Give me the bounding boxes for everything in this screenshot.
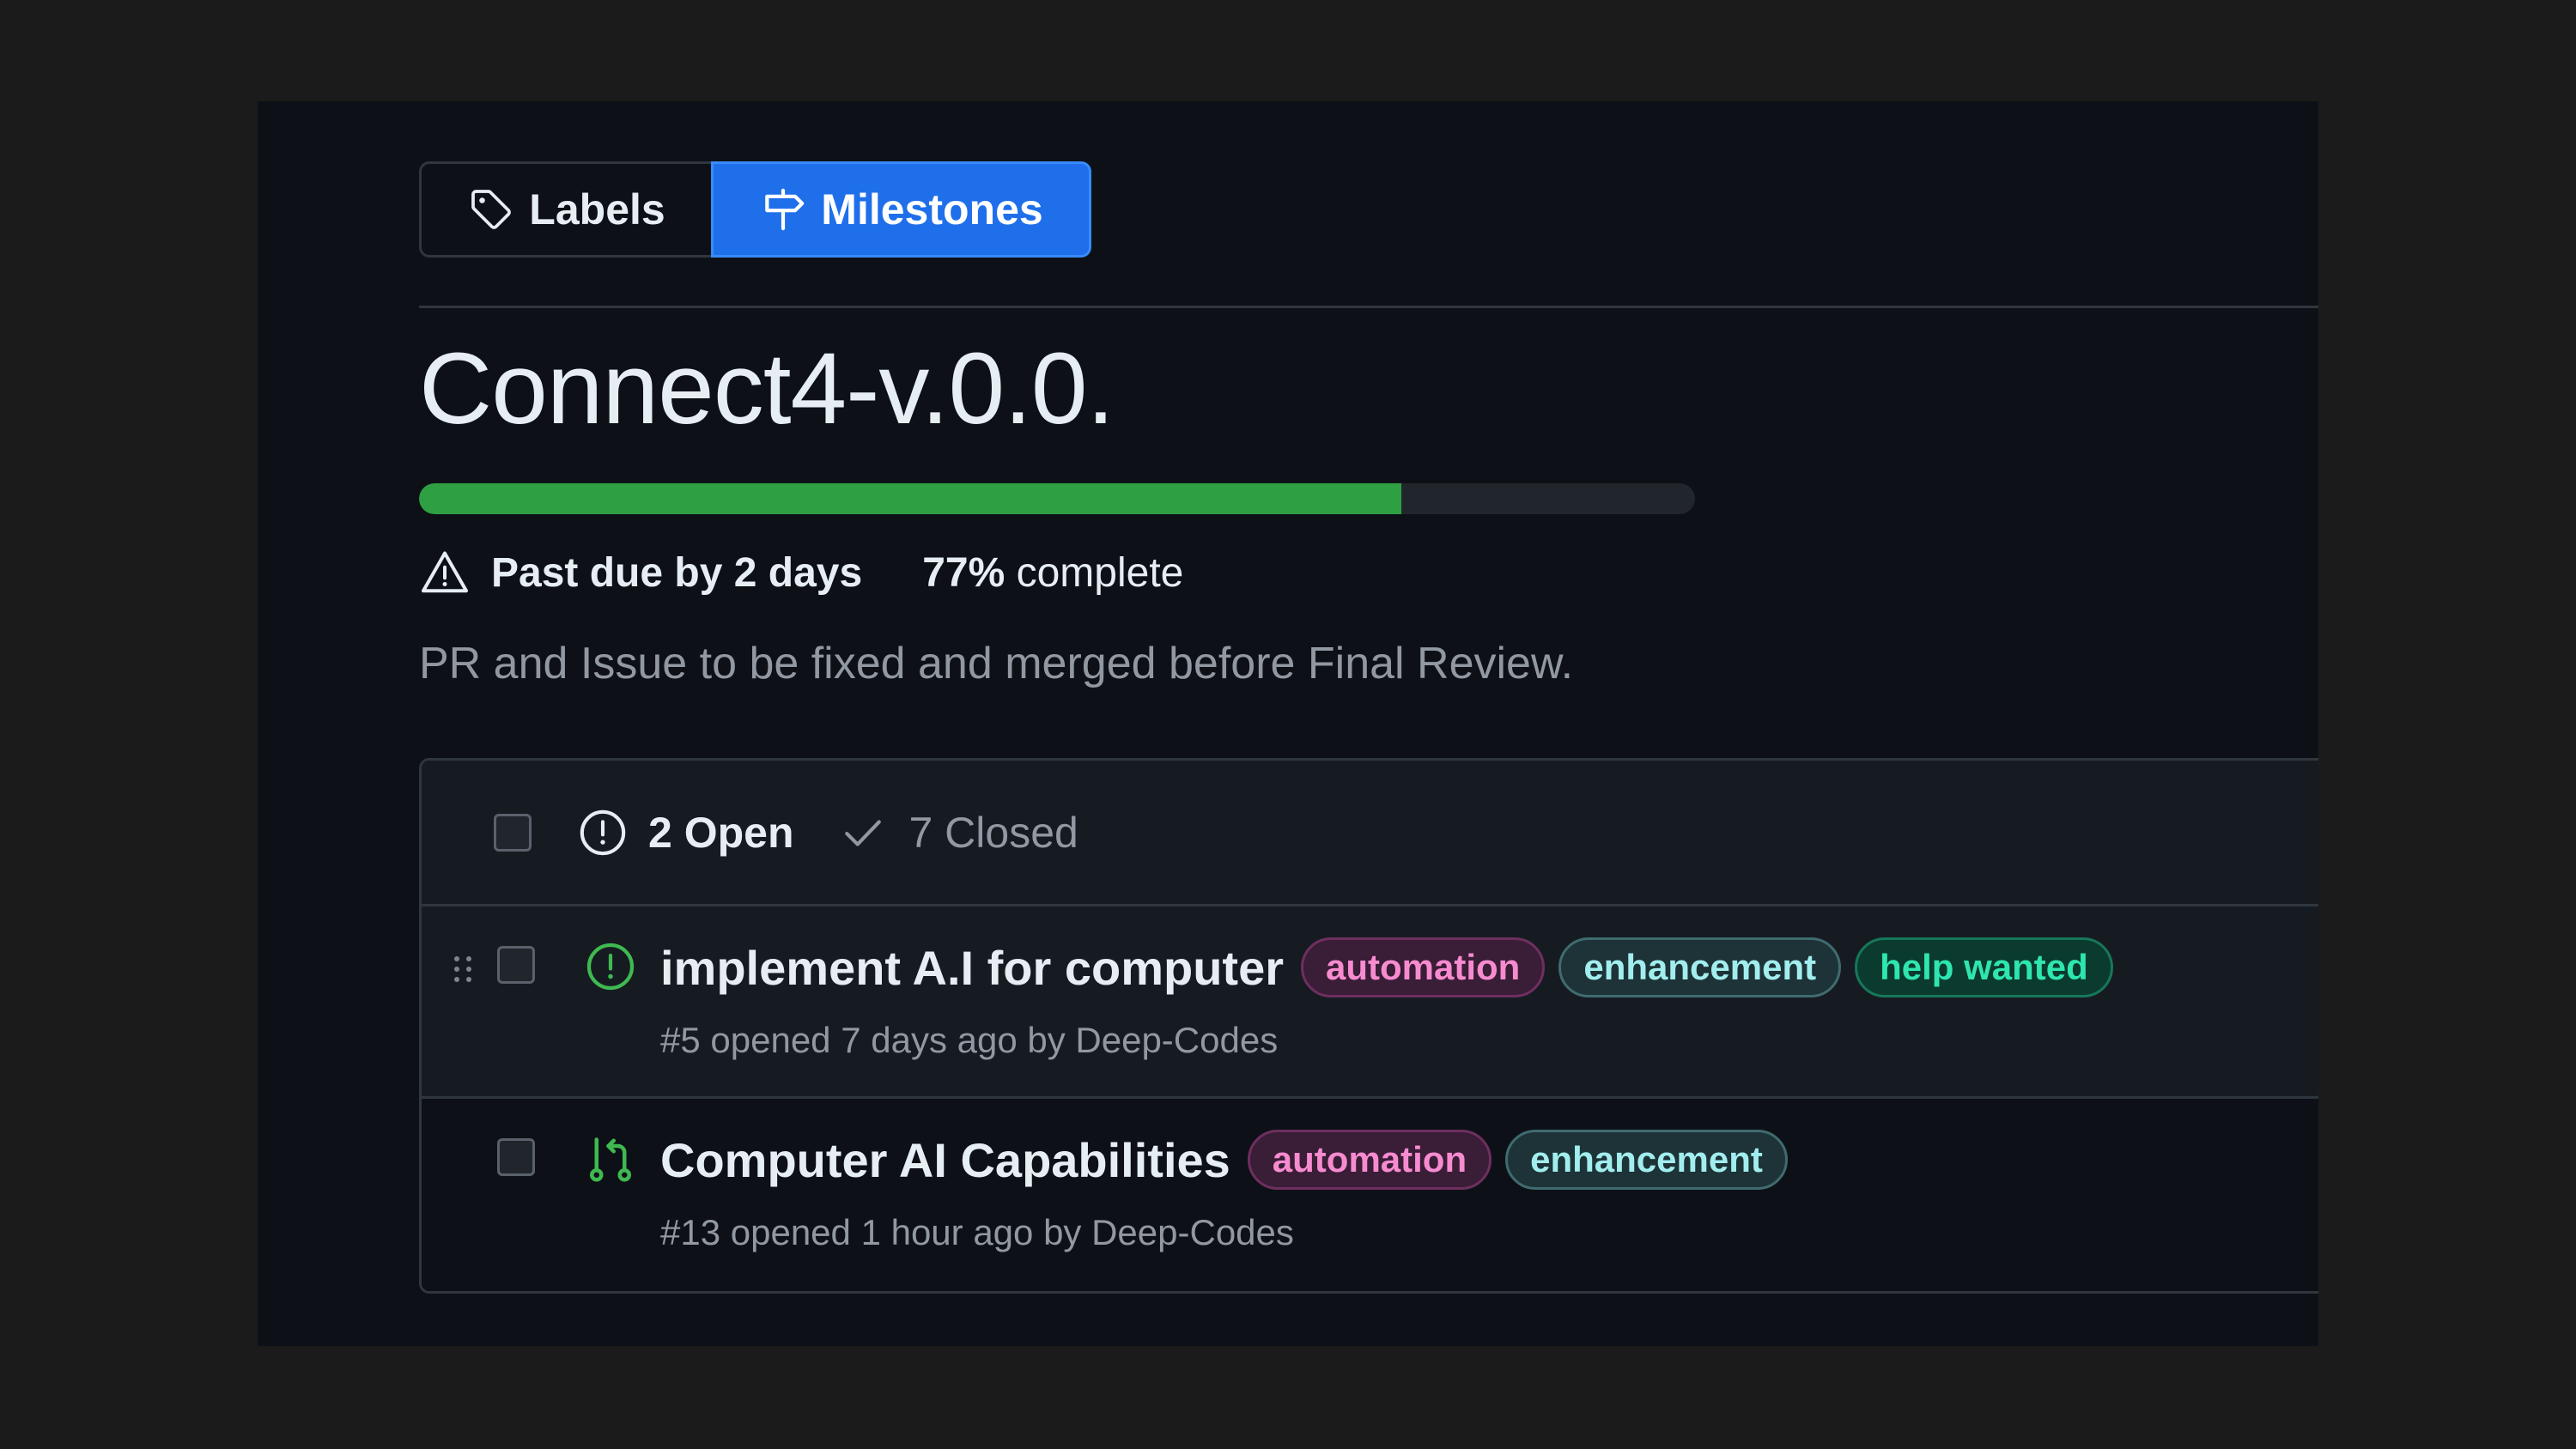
- item-meta: #5 opened 7 days ago by Deep-Codes: [660, 1020, 2113, 1061]
- item-meta: #13 opened 1 hour ago by Deep-Codes: [660, 1212, 1788, 1253]
- label-automation[interactable]: automation: [1247, 1130, 1492, 1190]
- labels-milestones-switch: Labels Milestones: [419, 161, 1091, 258]
- item-meta-text: #13 opened 1 hour ago by: [660, 1212, 1092, 1252]
- milestone-panel: Labels Milestones Connect4-v.0.0. Past d…: [258, 101, 2318, 1346]
- item-title-line: Computer AI Capabilities automation enha…: [660, 1130, 1788, 1190]
- tag-icon: [471, 190, 512, 229]
- labels-tab[interactable]: Labels: [419, 161, 711, 258]
- open-count: 2 Open: [648, 808, 794, 857]
- labels-tab-label: Labels: [529, 185, 665, 233]
- milestones-tab[interactable]: Milestones: [711, 161, 1091, 258]
- milestone-description: PR and Issue to be fixed and merged befo…: [419, 639, 1574, 688]
- list-item[interactable]: implement A.I for computer automation en…: [422, 906, 2318, 1099]
- item-title-line: implement A.I for computer automation en…: [660, 937, 2113, 997]
- due-status: Past due by 2 days: [491, 549, 863, 596]
- closed-filter[interactable]: 7 Closed: [841, 808, 1078, 858]
- issue-opened-icon: [580, 809, 626, 855]
- header-divider: [419, 306, 2318, 308]
- completion-word: complete: [1016, 549, 1184, 596]
- select-all-checkbox[interactable]: [494, 813, 532, 852]
- check-icon: [845, 819, 882, 846]
- label-help-wanted[interactable]: help wanted: [1855, 937, 2113, 997]
- label-enhancement[interactable]: enhancement: [1558, 937, 1842, 997]
- milestone-progress-fill: [419, 483, 1402, 514]
- milestone-items-list: 2 Open 7 Closed implement A.I for comput…: [419, 758, 2318, 1294]
- item-author-link[interactable]: Deep-Codes: [1075, 1020, 1278, 1060]
- item-title-link[interactable]: Computer AI Capabilities: [660, 1132, 1230, 1188]
- milestone-content: Labels Milestones Connect4-v.0.0. Past d…: [419, 161, 2318, 1294]
- item-checkbox[interactable]: [497, 946, 535, 984]
- open-filter[interactable]: 2 Open: [578, 808, 793, 858]
- milestone-title: Connect4-v.0.0.: [419, 332, 1115, 446]
- milestone-icon: [765, 188, 805, 231]
- drag-handle-icon[interactable]: [454, 956, 475, 982]
- item-title-link[interactable]: implement A.I for computer: [660, 940, 1284, 996]
- milestones-tab-label: Milestones: [821, 185, 1043, 233]
- label-enhancement[interactable]: enhancement: [1505, 1130, 1788, 1190]
- item-main: implement A.I for computer automation en…: [660, 937, 2113, 1061]
- label-automation[interactable]: automation: [1301, 937, 1546, 997]
- list-item[interactable]: Computer AI Capabilities automation enha…: [422, 1099, 2318, 1291]
- item-author-link[interactable]: Deep-Codes: [1091, 1212, 1294, 1252]
- item-main: Computer AI Capabilities automation enha…: [660, 1130, 1788, 1253]
- item-meta-text: #5 opened 7 days ago by: [660, 1020, 1076, 1060]
- milestone-progress-bar: [419, 483, 1695, 514]
- alert-icon: [422, 551, 468, 593]
- completion-percent: 77%: [922, 549, 1005, 596]
- issue-opened-icon: [586, 943, 635, 991]
- completion-status: 77% complete: [922, 549, 1183, 597]
- items-list-header: 2 Open 7 Closed: [422, 761, 2318, 906]
- item-checkbox[interactable]: [497, 1138, 535, 1176]
- pull-request-icon: [589, 1137, 631, 1182]
- closed-count: 7 Closed: [908, 808, 1078, 857]
- milestone-meta: Past due by 2 days 77% complete: [419, 545, 2318, 600]
